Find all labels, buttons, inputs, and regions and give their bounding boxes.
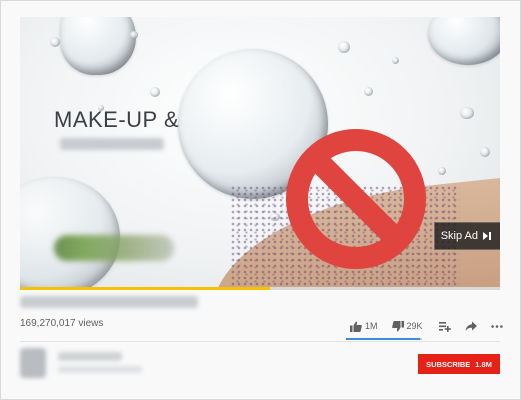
subscriber-count: 1.8M [475,359,492,369]
add-to-playlist-button[interactable] [438,321,451,332]
video-title-blurred [20,296,198,308]
droplet-graphic [130,31,138,39]
bubble-graphic [60,17,136,75]
prohibited-icon [286,129,426,269]
more-horizontal-icon [490,324,503,328]
share-icon [465,321,477,331]
droplet-graphic [150,87,160,97]
ad-progress-bar[interactable] [20,287,500,290]
ad-subtitle-blurred [60,138,164,150]
subscribe-label: SUBSCRIBE [426,359,471,369]
skip-ad-button[interactable]: Skip Ad [433,222,500,250]
share-button[interactable] [465,321,477,332]
like-button[interactable]: 1M [350,321,378,332]
ad-progress-fill [20,287,270,290]
add-to-playlist-icon [438,321,451,332]
thumb-up-icon [350,321,362,332]
brand-logo-blurred [54,235,174,261]
droplet-graphic [438,167,446,175]
dislike-button[interactable]: 29K [391,320,423,332]
channel-date-blurred [58,366,142,373]
droplet-graphic [364,87,373,96]
thumb-down-icon [391,320,404,331]
more-button[interactable] [490,321,503,332]
video-player[interactable]: MAKE-UP & Skip Ad [20,17,500,287]
like-dislike-ratio-bar [346,338,422,340]
droplet-graphic [392,57,399,64]
video-actions: 1M 29K [350,318,503,334]
view-count: 169,270,017 views [20,318,104,329]
subscribe-button[interactable]: SUBSCRIBE 1.8M [418,354,500,374]
ad-headline: MAKE-UP & [54,107,180,132]
like-count: 1M [365,321,378,331]
droplet-graphic [50,37,60,47]
channel-avatar-blurred[interactable] [20,348,46,378]
bubble-graphic [20,177,120,287]
skip-ad-label: Skip Ad [440,230,478,242]
like-ratio-fill [346,338,420,340]
dislike-count: 29K [406,321,423,331]
bubble-graphic [428,17,500,65]
skip-next-icon [483,232,491,240]
droplet-graphic [460,107,474,119]
divider [20,341,500,342]
droplet-graphic [338,41,350,53]
channel-name-blurred[interactable] [58,352,122,361]
droplet-graphic [480,147,490,157]
